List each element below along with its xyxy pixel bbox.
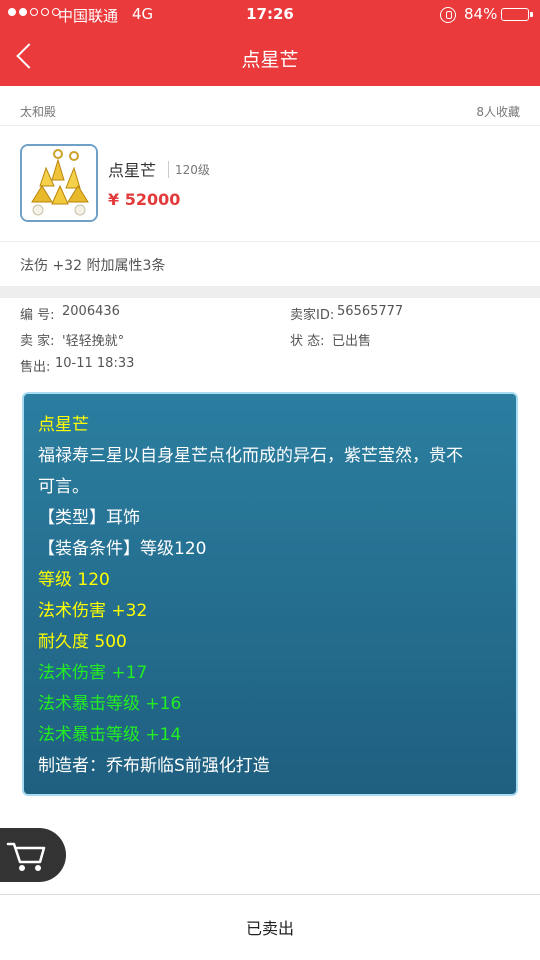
status-value: 已出售 [332, 334, 372, 349]
meta-row-3: 售出: 10-11 18:33 [0, 356, 540, 376]
item-card[interactable]: 点星芒 120级 ¥ 52000 [0, 126, 540, 242]
app-header: 中国联通 4G 17:26 84% 点星芒 [0, 0, 540, 86]
description-title: 点星芒 [38, 415, 89, 435]
battery-percent: 84% [464, 5, 498, 23]
gold-earring-icon [20, 144, 98, 222]
seller-id-label: 卖家ID: [290, 308, 335, 323]
item-name: 点星芒 [108, 161, 157, 180]
battery-icon [501, 8, 533, 21]
item-level: 120级 [168, 161, 210, 178]
sold-time-label: 售出: [20, 360, 51, 375]
description-line: 耐久度 500 [38, 632, 127, 652]
bottom-bar: 已卖出 [0, 894, 540, 960]
shop-row: 太和殿 8人收藏 [0, 86, 540, 126]
status-label: 状 态: [290, 334, 325, 349]
section-divider [0, 286, 540, 298]
seller-value: '轻轻挽就° [62, 334, 125, 349]
description-line: 福禄寿三星以自身星芒点化而成的异石，紫芒莹然，贵不 [38, 446, 463, 466]
description-line: 法术暴击等级 +16 [38, 694, 182, 714]
rotation-lock-icon [440, 7, 456, 23]
serial-label: 编 号: [20, 308, 55, 323]
sold-time-value: 10-11 18:33 [55, 356, 135, 371]
cart-button[interactable] [0, 828, 66, 882]
description-line: 【装备条件】等级120 [38, 539, 207, 559]
description-line: 可言。 [38, 477, 89, 497]
description-line: 法术伤害 +17 [38, 663, 148, 683]
clock: 17:26 [246, 5, 294, 23]
attributes-row: 法伤 +32 附加属性3条 [0, 242, 540, 286]
meta-row-2: 卖 家: '轻轻挽就° 状 态: 已出售 [0, 330, 540, 350]
seller-label: 卖 家: [20, 334, 55, 349]
sold-out-button[interactable]: 已卖出 [0, 915, 540, 939]
favorite-count: 8人收藏 [476, 105, 520, 119]
description-line: 法术伤害 +32 [38, 601, 148, 621]
item-price: ¥ 52000 [108, 190, 181, 209]
seller-id-value: 56565777 [337, 304, 404, 319]
nav-bar: 点星芒 [0, 30, 540, 86]
status-bar: 中国联通 4G 17:26 84% [0, 0, 540, 30]
shop-name: 太和殿 [20, 105, 57, 119]
attributes-summary: 法伤 +32 附加属性3条 [20, 258, 166, 274]
meta-row-1: 编 号: 2006436 卖家ID: 56565777 [0, 304, 540, 324]
serial-value: 2006436 [62, 304, 120, 319]
description-line: 等级 120 [38, 570, 110, 590]
description-line: 制造者：乔布斯临S前强化打造 [38, 756, 270, 776]
description-line: 法术暴击等级 +14 [38, 725, 182, 745]
page-title: 点星芒 [241, 49, 299, 71]
shopping-cart-icon [6, 842, 46, 871]
item-description-box: 点星芒 福禄寿三星以自身星芒点化而成的异石，紫芒莹然，贵不 可言。 【类型】耳饰… [22, 392, 518, 796]
description-line: 【类型】耳饰 [38, 508, 140, 528]
